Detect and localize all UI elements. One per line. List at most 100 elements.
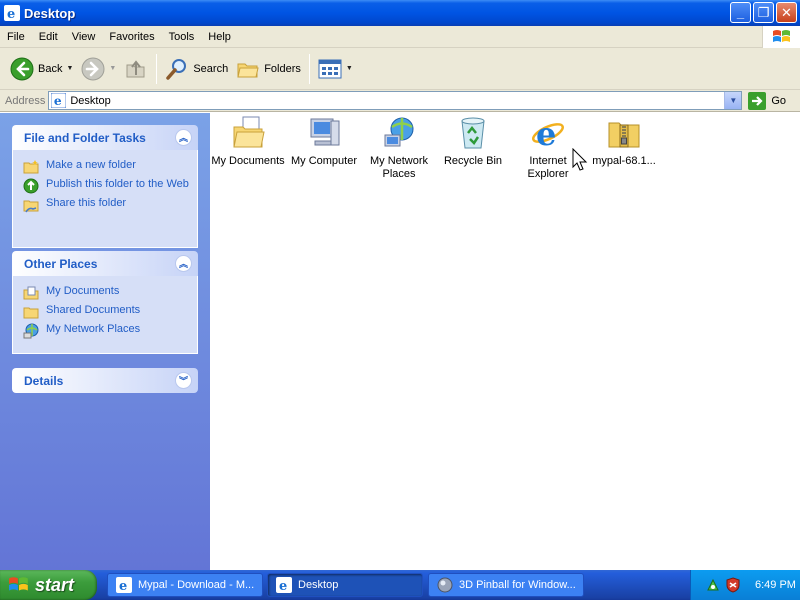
menu-favorites[interactable]: Favorites <box>102 26 161 48</box>
folders-button[interactable]: Folders <box>232 52 305 86</box>
up-folder-button[interactable] <box>120 52 152 86</box>
go-arrow-icon <box>748 91 767 110</box>
security-shield-icon[interactable] <box>725 577 741 593</box>
taskbar-task-mypal[interactable]: e Mypal - Download - M... <box>107 573 263 597</box>
back-dropdown-icon[interactable]: ▼ <box>66 65 73 72</box>
taskbar: start e Mypal - Download - M... e Deskto… <box>0 570 800 600</box>
collapse-chevron-icon[interactable]: ︽ <box>175 255 192 272</box>
task-make-new-folder[interactable]: Make a new folder <box>23 159 189 175</box>
place-my-documents[interactable]: My Documents <box>23 285 189 301</box>
forward-dropdown-icon[interactable]: ▼ <box>109 65 116 72</box>
views-dropdown-icon[interactable]: ▼ <box>346 65 353 72</box>
panel-title: Details <box>24 373 64 388</box>
windows-flag-icon <box>772 30 790 42</box>
desktop-item-my-documents[interactable]: My Documents <box>210 115 286 168</box>
menu-help[interactable]: Help <box>201 26 238 48</box>
file-folder-tasks-panel: File and Folder Tasks ︽ Make a new folde… <box>12 125 198 248</box>
maximize-button[interactable]: ❐ <box>753 2 774 23</box>
place-shared-documents[interactable]: Shared Documents <box>23 304 189 320</box>
place-label: My Network Places <box>46 323 141 335</box>
close-icon: ✕ <box>781 4 792 20</box>
shared-documents-icon <box>23 307 39 319</box>
mypal-app-icon: e <box>116 577 132 593</box>
close-button[interactable]: ✕ <box>776 2 797 23</box>
desktop-item-recycle-bin[interactable]: Recycle Bin <box>435 115 511 168</box>
details-header[interactable]: Details ︾ <box>12 368 198 393</box>
place-label: Shared Documents <box>46 304 141 316</box>
address-dropdown-icon[interactable]: ▼ <box>724 92 742 109</box>
back-arrow-icon <box>10 57 34 80</box>
toolbar: Back ▼ ▼ Search Folders ▼ <box>0 48 800 90</box>
publish-web-icon <box>23 178 39 194</box>
desktop-item-label: Recycle Bin <box>443 155 503 167</box>
my-computer-icon <box>310 118 340 146</box>
collapse-chevron-icon[interactable]: ︽ <box>175 129 192 146</box>
toolbar-separator <box>156 53 158 84</box>
ie-window-icon: e <box>4 5 20 21</box>
desktop-item-my-network-places[interactable]: My Network Places <box>361 115 437 181</box>
minimize-button[interactable]: _ <box>730 2 751 23</box>
back-button[interactable]: Back ▼ <box>6 52 77 86</box>
menu-bar: File Edit View Favorites Tools Help <box>0 26 800 48</box>
network-places-icon <box>384 117 414 147</box>
desktop-item-my-computer[interactable]: My Computer <box>286 115 362 168</box>
taskbar-task-pinball[interactable]: 3D Pinball for Window... <box>428 573 584 597</box>
go-label: Go <box>771 94 787 107</box>
up-folder-icon <box>126 59 145 77</box>
internet-explorer-icon: e <box>532 115 564 151</box>
other-places-header[interactable]: Other Places ︽ <box>12 251 198 276</box>
folder-content[interactable]: My Documents My Computer My Network Plac… <box>210 113 800 570</box>
system-tray: 6:49 PM <box>690 570 800 600</box>
back-label: Back <box>38 62 63 75</box>
go-button[interactable]: Go <box>748 91 787 110</box>
desktop-item-mypal-zip[interactable]: mypal-68.1... <box>586 115 662 168</box>
task-label: 3D Pinball for Window... <box>459 579 576 591</box>
search-button[interactable]: Search <box>161 52 232 86</box>
expand-chevron-icon[interactable]: ︾ <box>175 372 192 389</box>
my-documents-icon <box>233 116 265 148</box>
desktop-window-icon: e <box>276 577 292 593</box>
taskbar-task-desktop[interactable]: e Desktop <box>267 573 423 597</box>
address-input[interactable]: e Desktop ▼ <box>48 91 743 110</box>
panel-title: File and Folder Tasks <box>24 130 146 145</box>
menu-tools[interactable]: Tools <box>162 26 202 48</box>
windows-logo <box>762 26 800 48</box>
clock[interactable]: 6:49 PM <box>755 579 796 591</box>
ie-address-icon: e <box>51 93 67 108</box>
share-folder-icon <box>23 200 39 213</box>
windows-flag-icon <box>9 577 28 591</box>
file-folder-tasks-header[interactable]: File and Folder Tasks ︽ <box>12 125 198 150</box>
task-pane: File and Folder Tasks ︽ Make a new folde… <box>0 113 210 570</box>
svg-text:e: e <box>119 579 127 593</box>
task-label: Share this folder <box>46 197 127 209</box>
svg-text:e: e <box>536 115 556 151</box>
svg-text:e: e <box>7 7 15 21</box>
pinball-app-icon <box>437 577 453 593</box>
search-label: Search <box>193 62 229 75</box>
network-tray-icon[interactable] <box>705 577 721 593</box>
views-button[interactable]: ▼ <box>314 52 357 86</box>
menu-edit[interactable]: Edit <box>32 26 65 48</box>
task-label: Mypal - Download - M... <box>138 579 255 591</box>
menu-view[interactable]: View <box>65 26 103 48</box>
folders-label: Folders <box>264 62 301 75</box>
minimize-icon: _ <box>736 5 745 20</box>
network-places-small-icon <box>23 323 39 339</box>
task-label: Publish this folder to the Web <box>46 178 189 190</box>
menu-file[interactable]: File <box>0 26 32 48</box>
desktop-item-label: My Documents <box>211 155 285 167</box>
place-my-network-places[interactable]: My Network Places <box>23 323 189 339</box>
views-icon <box>318 59 342 78</box>
start-button[interactable]: start <box>0 570 97 600</box>
task-label: Desktop <box>298 579 339 591</box>
address-bar: Address e Desktop ▼ Go <box>0 90 800 112</box>
folders-icon <box>237 63 259 77</box>
desktop-item-label: My Network Places <box>369 155 429 180</box>
task-publish-folder[interactable]: Publish this folder to the Web <box>23 178 189 194</box>
forward-button[interactable]: ▼ <box>77 52 120 86</box>
task-share-folder[interactable]: Share this folder <box>23 197 189 213</box>
title-bar[interactable]: e Desktop _ ❐ ✕ <box>0 0 800 26</box>
svg-text:e: e <box>54 94 62 108</box>
restore-icon: ❐ <box>757 4 770 20</box>
start-label: start <box>35 574 75 595</box>
